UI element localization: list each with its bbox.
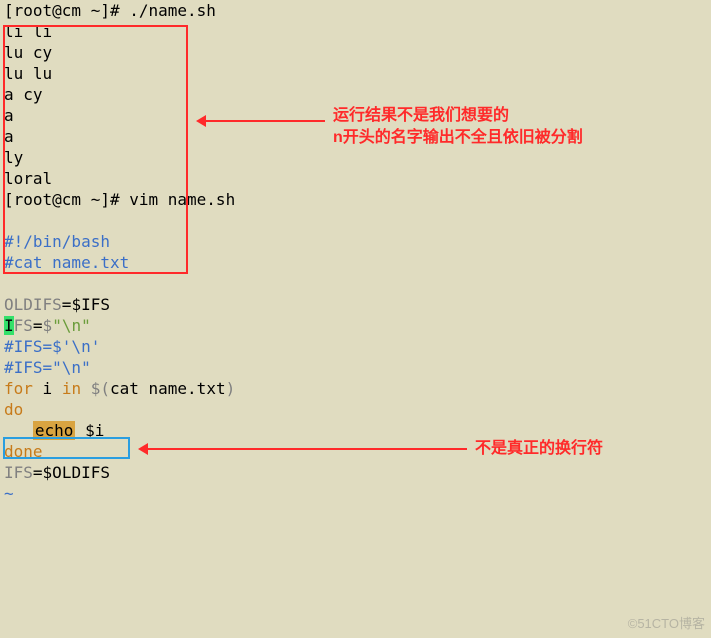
prompt-2: [root@cm ~]# — [4, 190, 129, 209]
vim-cursor: I — [4, 316, 14, 335]
annotation-ifs: 不是真正的换行符 — [475, 438, 603, 460]
output-line: loral — [0, 168, 711, 189]
script-comment: #IFS=$'\n' — [0, 336, 711, 357]
prompt-line-2: [root@cm ~]# vim name.sh — [0, 189, 711, 210]
cmd-1: ./name.sh — [129, 1, 216, 20]
arrow-top — [200, 120, 325, 122]
output-line: lu lu — [0, 63, 711, 84]
arrow-ifs — [142, 448, 467, 450]
output-line: lu cy — [0, 42, 711, 63]
vim-tilde: ~ — [0, 483, 711, 504]
output-line: ly — [0, 147, 711, 168]
output-line: li li — [0, 21, 711, 42]
do-line: do — [0, 399, 711, 420]
script-comment: #cat name.txt — [0, 252, 711, 273]
done-line: done — [0, 441, 711, 462]
cmd-2: vim name.sh — [129, 190, 235, 209]
prompt-1: [root@cm ~]# — [4, 1, 129, 20]
blank-line — [0, 273, 711, 294]
output-line: a cy — [0, 84, 711, 105]
script-comment: #IFS="\n" — [0, 357, 711, 378]
annotation-top: 运行结果不是我们想要的 n开头的名字输出不全且依旧被分割 — [333, 105, 583, 149]
watermark: ©51CTO博客 — [628, 613, 705, 634]
ifs-assign-line: IFS=$"\n" — [0, 315, 711, 336]
ifs-restore-line: IFS=$OLDIFS — [0, 462, 711, 483]
script-shebang: #!/bin/bash — [0, 231, 711, 252]
oldifs-line: OLDIFS=$IFS — [0, 294, 711, 315]
for-line: for i in $(cat name.txt) — [0, 378, 711, 399]
vim-editor[interactable]: #!/bin/bash #cat name.txt OLDIFS=$IFS IF… — [0, 231, 711, 504]
echo-line: echo $i — [0, 420, 711, 441]
prompt-line-1: [root@cm ~]# ./name.sh — [0, 0, 711, 21]
